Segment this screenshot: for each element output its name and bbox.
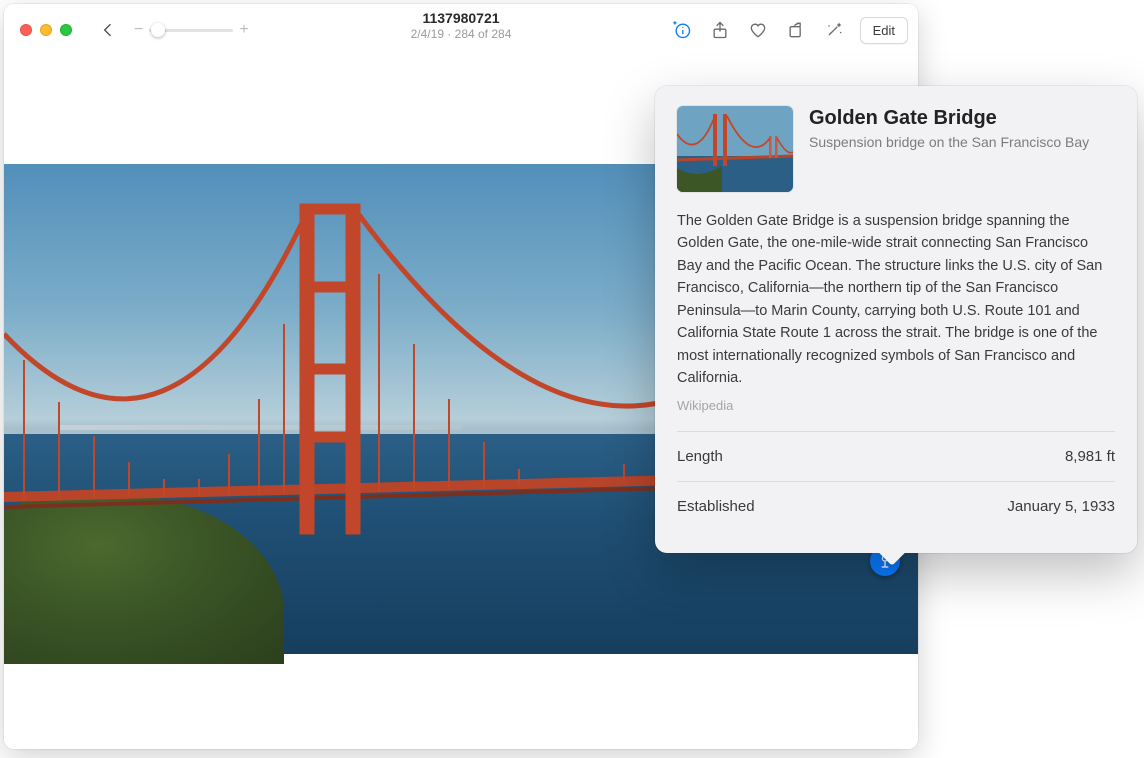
toolbar: − + [4,4,918,56]
auto-enhance-icon [824,20,844,40]
popover-description: The Golden Gate Bridge is a suspension b… [677,210,1115,390]
close-window-button[interactable] [20,24,32,36]
popover-row-established: Established January 5, 1933 [677,481,1115,531]
popover-row-length: Length 8,981 ft [677,431,1115,481]
heart-icon [748,20,768,40]
popover-row-key: Length [677,448,723,465]
zoom-out-icon: − [134,21,143,39]
minimize-window-button[interactable] [40,24,52,36]
zoom-in-icon: + [239,21,248,39]
info-button[interactable] [664,14,700,46]
rotate-button[interactable] [778,14,814,46]
info-sparkle-icon [672,20,692,40]
enhance-button[interactable] [816,14,852,46]
share-button[interactable] [702,14,738,46]
popover-subtitle: Suspension bridge on the San Francisco B… [809,133,1089,151]
zoom-thumb[interactable] [151,23,165,37]
popover-row-value: January 5, 1933 [1007,498,1115,515]
right-tools: Edit [664,14,908,46]
edit-button[interactable]: Edit [860,17,908,44]
rotate-icon [786,20,806,40]
favorite-button[interactable] [740,14,776,46]
popover-title: Golden Gate Bridge [809,106,1089,130]
fullscreen-window-button[interactable] [60,24,72,36]
zoom-track[interactable] [149,29,233,32]
chevron-left-icon [98,20,118,40]
popover-thumbnail [677,106,793,192]
popover-row-value: 8,981 ft [1065,448,1115,465]
share-icon [710,20,730,40]
popover-row-key: Established [677,498,755,515]
zoom-slider[interactable]: − + [134,21,249,39]
popover-source[interactable]: Wikipedia [677,398,1115,413]
back-button[interactable] [90,14,126,46]
lookup-popover: Golden Gate Bridge Suspension bridge on … [655,86,1137,553]
window-controls [20,24,72,36]
